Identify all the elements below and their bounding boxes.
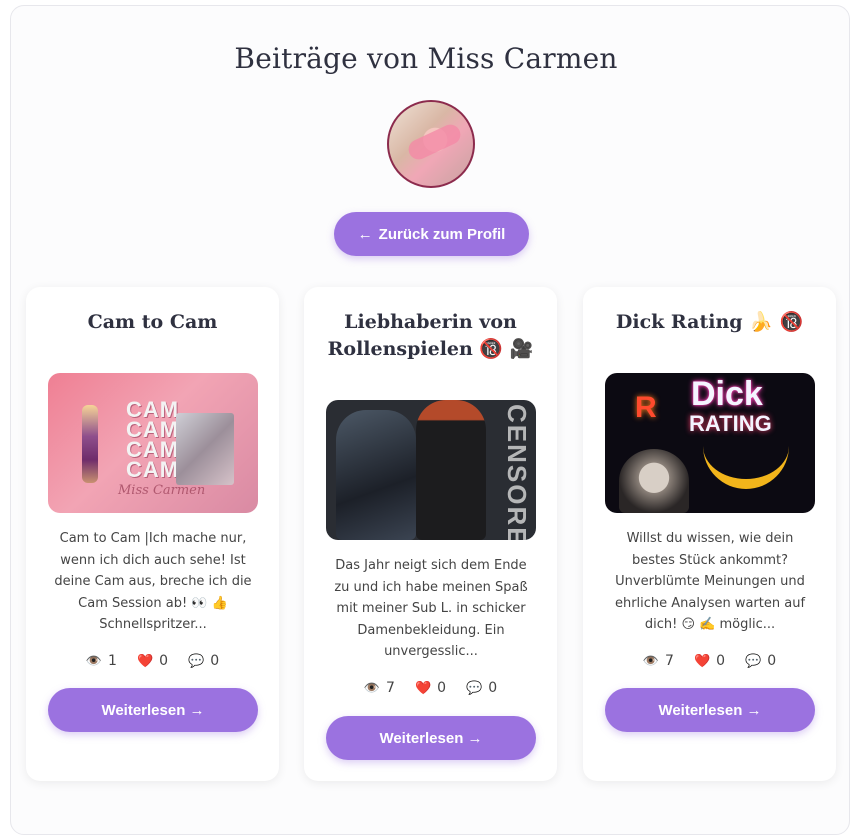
post-title[interactable]: Liebhaberin von Rollenspielen 🔞 🎥 xyxy=(314,309,547,363)
post-card: Dick Rating 🍌 🔞 R Dick RATING Willst du … xyxy=(583,287,836,781)
post-title[interactable]: Dick Rating 🍌 🔞 xyxy=(593,309,826,336)
heart-icon[interactable]: ❤️ xyxy=(694,654,710,669)
post-title[interactable]: Cam to Cam xyxy=(36,309,269,336)
likes-count: 0 xyxy=(437,680,447,696)
comments-count: 0 xyxy=(210,653,220,669)
eye-icon: 👁️ xyxy=(642,653,660,669)
eye-icon: 👁️ xyxy=(363,680,381,696)
post-excerpt: Willst du wissen, wie dein bestes Stück … xyxy=(614,531,806,632)
likes-count: 0 xyxy=(159,653,169,669)
eye-icon: 👁️ xyxy=(85,653,103,669)
post-card: Cam to Cam CAM CAM CAM CAM Miss Carmen C… xyxy=(26,287,279,781)
page-title: Beiträge von Miss Carmen xyxy=(234,42,618,75)
read-more-button[interactable]: Weiterlesen → xyxy=(605,688,815,732)
read-more-button[interactable]: Weiterlesen → xyxy=(326,716,536,760)
post-thumbnail[interactable]: CAM CAM CAM CAM Miss Carmen xyxy=(48,373,258,513)
back-to-profile-label: Zurück zum Profil xyxy=(378,225,506,243)
speech-bubble-icon[interactable]: 💬 xyxy=(188,654,204,669)
read-more-button[interactable]: Weiterlesen → xyxy=(48,688,258,732)
views-count: 7 xyxy=(665,653,674,669)
likes-count: 0 xyxy=(716,653,726,669)
heart-icon[interactable]: ❤️ xyxy=(415,681,431,696)
speech-bubble-icon[interactable]: 💬 xyxy=(466,681,482,696)
comments-count: 0 xyxy=(767,653,777,669)
post-stats: 👁️ 1 ❤️ 0 💬 0 xyxy=(26,653,279,669)
post-card: Liebhaberin von Rollenspielen 🔞 🎥 CENSOR… xyxy=(304,287,557,781)
back-to-profile-button[interactable]: ← Zurück zum Profil xyxy=(334,212,529,256)
comments-count: 0 xyxy=(488,680,498,696)
views-count: 7 xyxy=(386,680,395,696)
post-excerpt: Das Jahr neigt sich dem Ende zu und ich … xyxy=(334,558,528,659)
views-count: 1 xyxy=(108,653,117,669)
post-stats: 👁️ 7 ❤️ 0 💬 0 xyxy=(304,680,557,696)
post-excerpt: Cam to Cam |Ich mache nur, wenn ich dich… xyxy=(54,531,252,632)
post-thumbnail[interactable]: R Dick RATING xyxy=(605,373,815,513)
back-arrow-icon: ← xyxy=(357,225,373,243)
avatar[interactable] xyxy=(387,100,475,188)
post-stats: 👁️ 7 ❤️ 0 💬 0 xyxy=(583,653,836,669)
speech-bubble-icon[interactable]: 💬 xyxy=(745,654,761,669)
heart-icon[interactable]: ❤️ xyxy=(137,654,153,669)
post-thumbnail[interactable]: CENSORED xyxy=(326,400,536,540)
